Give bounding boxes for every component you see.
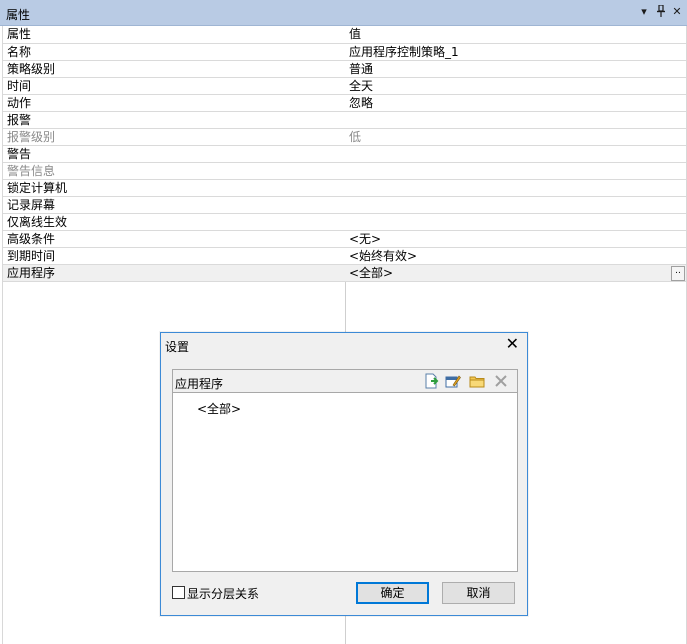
- row-key: 时间: [7, 79, 32, 93]
- table-row: 报警级别 低: [3, 129, 686, 146]
- row-key: 报警级别: [7, 130, 56, 144]
- ellipsis-button[interactable]: ..: [671, 266, 685, 281]
- header-key: 属性: [7, 27, 32, 41]
- close-icon[interactable]: ✕: [670, 5, 684, 19]
- panel-header: 应用程序: [173, 370, 517, 393]
- row-key: 动作: [7, 96, 32, 110]
- application-panel: 应用程序 <全部>: [172, 369, 518, 572]
- row-value: 低: [349, 130, 362, 144]
- dialog-title: 设置: [165, 340, 190, 354]
- folder-icon[interactable]: [469, 373, 485, 389]
- close-icon[interactable]: ✕: [506, 336, 519, 352]
- table-row[interactable]: 仅离线生效: [3, 214, 686, 231]
- table-row-selected[interactable]: 应用程序 <全部> ..: [3, 265, 686, 282]
- delete-icon[interactable]: [493, 373, 509, 389]
- table-row[interactable]: 策略级别 普通: [3, 61, 686, 78]
- row-key: 应用程序: [7, 266, 56, 280]
- header-value: 值: [349, 27, 362, 41]
- row-value[interactable]: <始终有效>: [349, 249, 417, 263]
- table-row[interactable]: 动作 忽略: [3, 95, 686, 112]
- dropdown-icon[interactable]: ▾: [637, 5, 651, 19]
- row-value[interactable]: <无>: [349, 232, 381, 246]
- properties-title: 属性: [6, 8, 31, 22]
- grid-header: 属性 值: [3, 26, 686, 44]
- row-key: 记录屏幕: [7, 198, 56, 212]
- table-row[interactable]: 高级条件 <无>: [3, 231, 686, 248]
- row-value[interactable]: 应用程序控制策略_1: [349, 45, 459, 59]
- table-row[interactable]: 记录屏幕: [3, 197, 686, 214]
- checkbox-label[interactable]: 显示分层关系: [187, 585, 259, 602]
- add-icon[interactable]: [423, 373, 439, 389]
- table-row[interactable]: 报警: [3, 112, 686, 129]
- table-row[interactable]: 锁定计算机: [3, 180, 686, 197]
- edit-icon[interactable]: [445, 373, 461, 389]
- ok-button[interactable]: 确定: [356, 582, 429, 604]
- row-value[interactable]: <全部>: [349, 266, 393, 280]
- row-value[interactable]: 普通: [349, 62, 373, 76]
- row-key: 到期时间: [7, 249, 56, 263]
- row-key: 警告: [7, 147, 32, 161]
- row-key: 锁定计算机: [7, 181, 68, 195]
- row-key: 名称: [7, 45, 32, 59]
- pin-icon[interactable]: [654, 4, 668, 19]
- hierarchy-checkbox[interactable]: [172, 586, 185, 599]
- row-key: 报警: [7, 113, 32, 127]
- table-row[interactable]: 警告: [3, 146, 686, 163]
- table-row[interactable]: 名称 应用程序控制策略_1: [3, 44, 686, 61]
- settings-dialog: 设置 ✕ 应用程序 <全部> 显示分层关系 确定 取消: [160, 332, 528, 616]
- row-value[interactable]: 全天: [349, 79, 373, 93]
- panel-title: 应用程序: [175, 377, 224, 391]
- table-row[interactable]: 到期时间 <始终有效>: [3, 248, 686, 265]
- row-key: 高级条件: [7, 232, 56, 246]
- list-item[interactable]: <全部>: [197, 400, 241, 417]
- properties-titlebar: 属性 ▾ ✕: [0, 0, 687, 26]
- application-list[interactable]: <全部>: [173, 393, 517, 571]
- row-key: 策略级别: [7, 62, 56, 76]
- cancel-button[interactable]: 取消: [442, 582, 515, 604]
- row-key: 警告信息: [7, 164, 56, 178]
- row-value[interactable]: 忽略: [349, 96, 373, 110]
- table-row: 警告信息: [3, 163, 686, 180]
- table-row[interactable]: 时间 全天: [3, 78, 686, 95]
- row-key: 仅离线生效: [7, 215, 68, 229]
